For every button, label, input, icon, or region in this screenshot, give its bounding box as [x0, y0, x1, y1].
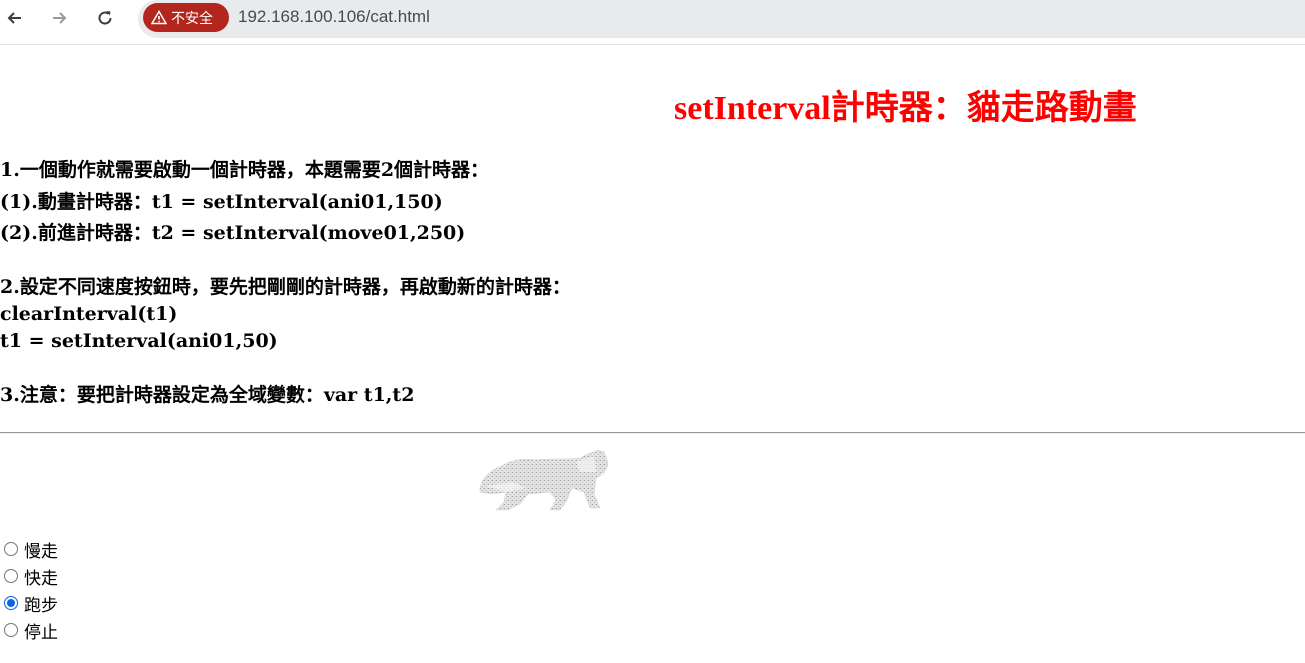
address-bar[interactable]: 不安全 192.168.100.106/cat.html [138, 0, 1305, 38]
radio-button[interactable] [4, 542, 18, 556]
radio-button[interactable] [4, 623, 18, 637]
back-button[interactable] [2, 5, 28, 31]
warning-icon [151, 10, 167, 25]
url-text[interactable]: 192.168.100.106/cat.html [238, 7, 430, 27]
radio-label-stop[interactable]: 停止 [24, 618, 58, 643]
note-line-3: (2).前進計時器：t2 = setInterval(move01,250) [0, 222, 466, 244]
arrow-left-icon [7, 12, 21, 24]
radio-label-run[interactable]: 跑步 [24, 591, 58, 616]
radio-label-slow-walk[interactable]: 慢走 [24, 537, 58, 562]
reload-icon [98, 11, 112, 25]
note-line-5: clearInterval(t1) [0, 303, 178, 325]
reload-button[interactable] [92, 5, 118, 31]
horizontal-rule [0, 432, 1305, 434]
arrow-right-icon [53, 12, 67, 24]
security-label: 不安全 [171, 10, 213, 27]
security-chip[interactable]: 不安全 [143, 3, 229, 32]
radio-run[interactable]: 跑步 [4, 591, 58, 616]
note-line-4: 2.設定不同速度按鈕時，要先把剛剛的計時器，再啟動新的計時器： [0, 276, 571, 298]
radio-slow-walk[interactable]: 慢走 [4, 537, 58, 562]
cat-image [479, 449, 609, 511]
note-line-2: (1).動畫計時器：t1 = setInterval(ani01,150) [0, 191, 443, 213]
radio-button[interactable] [4, 569, 18, 583]
radio-fast-walk[interactable]: 快走 [4, 564, 58, 589]
forward-button[interactable] [46, 5, 72, 31]
note-line-1: 1.一個動作就需要啟動一個計時器，本題需要2個計時器： [0, 159, 490, 181]
radio-button-checked[interactable] [4, 596, 18, 610]
toolbar-divider [0, 44, 1305, 45]
note-line-6: t1 = setInterval(ani01,50) [0, 330, 278, 352]
browser-toolbar: 不安全 192.168.100.106/cat.html [0, 0, 1305, 38]
radio-label-fast-walk[interactable]: 快走 [24, 564, 58, 589]
note-line-7: 3.注意：要把計時器設定為全域變數：var t1,t2 [0, 384, 415, 406]
radio-stop[interactable]: 停止 [4, 618, 58, 643]
page-title: setInterval計時器：貓走路動畫 [674, 90, 1137, 127]
